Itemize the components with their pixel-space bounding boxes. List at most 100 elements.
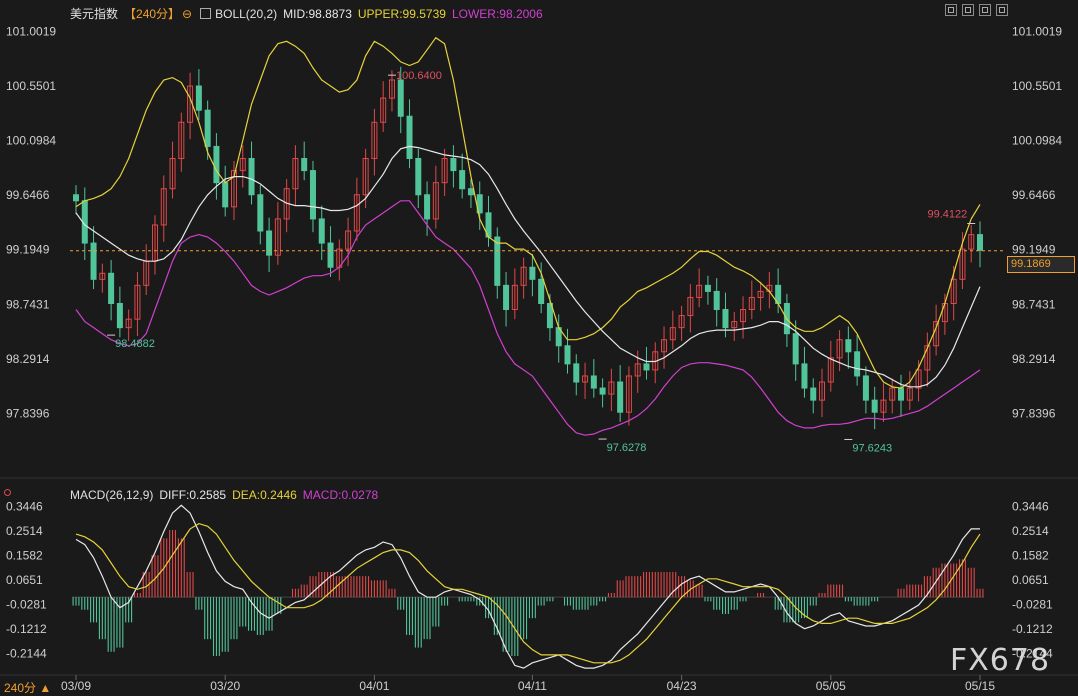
boll-upper: UPPER:99.5739 xyxy=(357,7,446,21)
extreme-label: 97.6243 xyxy=(852,442,892,454)
candle-body[interactable] xyxy=(494,236,501,286)
price-axis-left-label: 100.5501 xyxy=(6,79,56,93)
candle-body[interactable] xyxy=(704,284,711,292)
indicator-icon[interactable] xyxy=(200,8,212,19)
candle-body[interactable] xyxy=(792,333,799,365)
chart-header: 美元指数 【240分】 ⊖ BOLL(20,2) MID:98.8873 UPPER:99… xyxy=(70,5,549,22)
macd-label: MACD(26,12,9) xyxy=(70,488,154,502)
price-axis-right-label: 99.1949 xyxy=(1012,243,1056,257)
macd-diff: DIFF:0.2585 xyxy=(159,488,227,502)
candle-body[interactable] xyxy=(590,375,597,389)
period-button-label: 240分 xyxy=(4,681,37,695)
candle-body[interactable] xyxy=(266,230,273,256)
candle-body[interactable] xyxy=(643,363,650,371)
price-axis-right-label: 99.6466 xyxy=(1012,188,1056,202)
settings-icon[interactable] xyxy=(962,4,974,16)
candle-body[interactable] xyxy=(116,302,123,329)
macd-axis-right-label: -0.1212 xyxy=(1012,622,1053,636)
extreme-label: 98.4882 xyxy=(115,338,155,350)
candle-body[interactable] xyxy=(248,158,255,196)
candle-body[interactable] xyxy=(529,266,536,280)
export-icon[interactable] xyxy=(979,4,991,16)
period-label[interactable]: 【240分】 xyxy=(124,7,180,21)
macd-axis-right-label: -0.0281 xyxy=(1012,598,1053,612)
candle-body[interactable] xyxy=(713,290,720,311)
candle-body[interactable] xyxy=(854,351,861,377)
candle-body[interactable] xyxy=(617,381,624,413)
price-axis-left-label: 100.0984 xyxy=(6,134,56,148)
macd-indicator-icon[interactable] xyxy=(4,489,11,496)
macd-axis-left-label: 0.3446 xyxy=(6,500,43,514)
candle-body[interactable] xyxy=(599,387,606,395)
time-axis-label: 04/11 xyxy=(518,679,547,693)
candle-body[interactable] xyxy=(801,363,808,389)
time-axis-label: 05/15 xyxy=(965,679,995,693)
candle-body[interactable] xyxy=(722,309,729,329)
time-axis-label: 04/01 xyxy=(359,679,389,693)
candle-body[interactable] xyxy=(301,158,308,172)
candle-body[interactable] xyxy=(810,387,817,401)
price-axis-right-label: 97.8396 xyxy=(1012,406,1056,420)
period-button[interactable]: 240分 ▲ xyxy=(4,679,51,696)
macd-axis-right-label: 0.0651 xyxy=(1012,573,1049,587)
time-axis-label: 04/23 xyxy=(667,679,697,693)
candle-body[interactable] xyxy=(73,194,79,202)
boll-lower: LOWER:98.2006 xyxy=(451,7,543,21)
macd-axis-right-label: 0.1582 xyxy=(1012,549,1049,563)
macd-header: MACD(26,12,9) DIFF:0.2585 DEA:0.2446 MACD:0… xyxy=(70,488,384,502)
candle-body[interactable] xyxy=(459,170,466,190)
macd-axis-left-label: 0.1582 xyxy=(6,549,43,563)
macd-axis-left-label: -0.0281 xyxy=(6,598,47,612)
boll-mid: MID:98.8873 xyxy=(283,7,352,21)
time-axis-label: 03/09 xyxy=(61,679,91,693)
candle-body[interactable] xyxy=(195,85,202,111)
macd-axis-right-label: 0.2514 xyxy=(1012,524,1049,538)
move-icon[interactable] xyxy=(945,4,957,16)
extreme-label: 97.6278 xyxy=(607,442,647,454)
close-panel-icon[interactable] xyxy=(996,4,1008,16)
price-axis-right-label: 98.7431 xyxy=(1012,297,1056,311)
candle-body[interactable] xyxy=(538,278,545,304)
candle-body[interactable] xyxy=(862,375,869,401)
extreme-label: 100.6400 xyxy=(396,70,442,82)
candle-body[interactable] xyxy=(318,218,325,244)
macd-axis-left-label: -0.1212 xyxy=(6,622,47,636)
candle-body[interactable] xyxy=(424,194,431,220)
candle-body[interactable] xyxy=(503,284,510,311)
price-axis-left-label: 99.1949 xyxy=(6,243,50,257)
candle-body[interactable] xyxy=(845,339,852,353)
candle-body[interactable] xyxy=(977,234,983,251)
price-chart[interactable]: 101.0019 101.0019 100.5501 100.5501 100.0984… xyxy=(0,0,1078,695)
candle-body[interactable] xyxy=(309,170,316,220)
time-axis-label: 03/20 xyxy=(210,679,240,693)
candle-body[interactable] xyxy=(573,363,580,383)
watermark-logo: FX678 xyxy=(950,643,1051,678)
price-axis-right-label: 101.0019 xyxy=(1012,24,1062,38)
period-dropdown-icon[interactable]: ⊖ xyxy=(182,7,192,21)
symbol-name: 美元指数 xyxy=(70,7,119,21)
price-axis-left-label: 98.2914 xyxy=(6,352,50,366)
candle-body[interactable] xyxy=(397,79,404,117)
candle-body[interactable] xyxy=(222,182,229,208)
macd-axis-left-label: -0.2144 xyxy=(6,646,47,660)
candle-body[interactable] xyxy=(213,145,220,184)
candle-body[interactable] xyxy=(327,242,334,268)
boll-mid-line xyxy=(75,145,981,388)
current-price-tag: 99.1869 xyxy=(1007,256,1075,273)
macd-dea-line xyxy=(75,522,981,664)
candle-body[interactable] xyxy=(871,399,878,413)
candle-body[interactable] xyxy=(90,242,97,280)
price-axis-right-label: 100.5501 xyxy=(1012,79,1062,93)
candle-body[interactable] xyxy=(467,188,474,196)
candle-body[interactable] xyxy=(108,272,115,304)
candle-body[interactable] xyxy=(204,109,211,147)
price-axis-right-label: 100.0984 xyxy=(1012,134,1062,148)
extreme-label: 99.4122 xyxy=(927,208,967,220)
candle-body[interactable] xyxy=(415,158,422,196)
candle-body[interactable] xyxy=(898,387,905,401)
candle-body[interactable] xyxy=(406,115,413,160)
price-axis-right-label: 98.2914 xyxy=(1012,352,1056,366)
candle-body[interactable] xyxy=(564,345,571,365)
candle-body[interactable] xyxy=(257,194,264,232)
candle-body[interactable] xyxy=(450,158,457,172)
